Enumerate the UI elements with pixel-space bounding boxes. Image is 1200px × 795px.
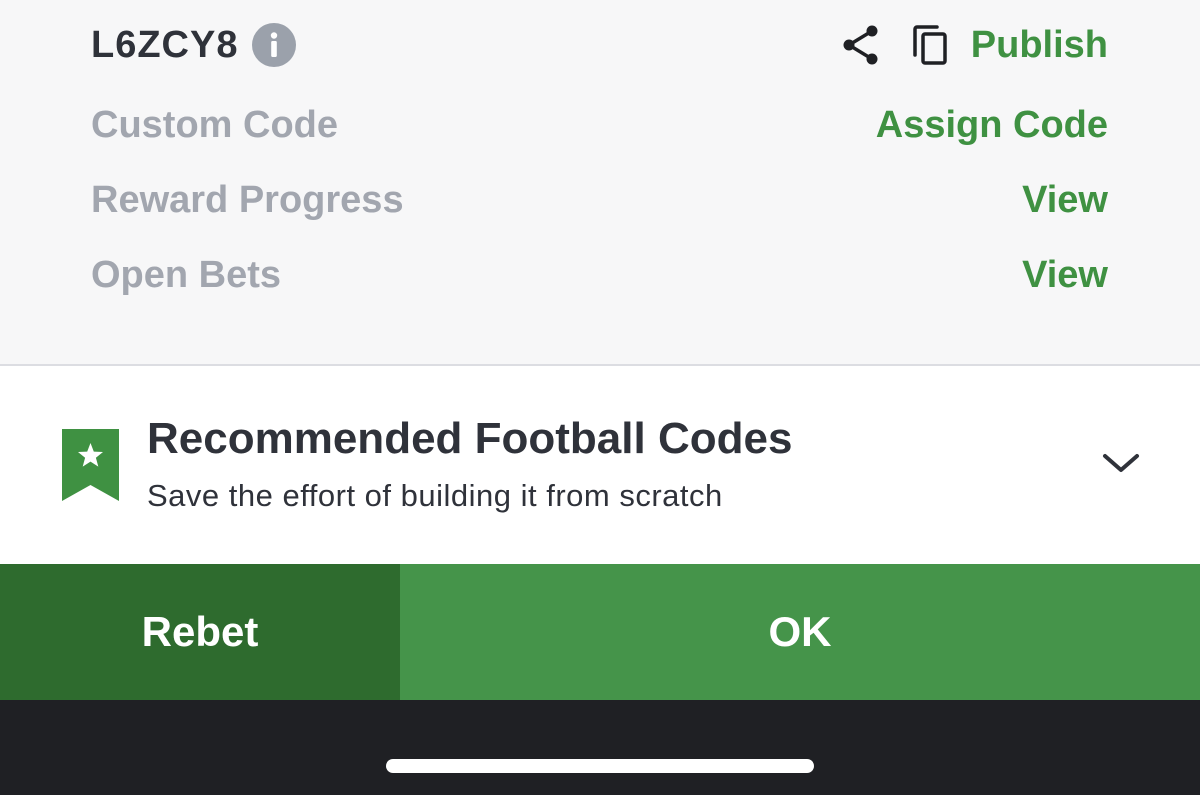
home-indicator[interactable] — [386, 759, 814, 773]
detail-row-reward-progress: Reward Progress View — [91, 177, 1108, 223]
detail-label: Open Bets — [91, 253, 282, 296]
share-icon[interactable] — [839, 23, 883, 67]
detail-row-custom-code: Custom Code Assign Code — [91, 102, 1108, 148]
detail-label: Custom Code — [91, 103, 338, 146]
booking-code-group: L6ZCY8 — [91, 23, 297, 67]
view-reward-progress-link[interactable]: View — [1022, 179, 1108, 222]
recommended-subtitle: Save the effort of building it from scra… — [147, 478, 723, 513]
booking-code-row: L6ZCY8 Publish — [91, 18, 1108, 72]
ok-button[interactable]: OK — [400, 564, 1200, 700]
detail-label: Reward Progress — [91, 178, 404, 221]
booking-code: L6ZCY8 — [91, 23, 239, 66]
copy-icon[interactable] — [909, 23, 953, 67]
action-buttons: Rebet OK — [0, 564, 1200, 700]
info-icon[interactable] — [252, 23, 297, 67]
publish-link[interactable]: Publish — [971, 24, 1108, 67]
recommended-title: Recommended Football Codes — [147, 414, 793, 463]
booking-panel: L6ZCY8 Publish Custom Code Assign Code R… — [0, 0, 1200, 365]
rebet-button[interactable]: Rebet — [0, 564, 400, 700]
assign-code-link[interactable]: Assign Code — [876, 104, 1108, 147]
bookmark-star-icon — [62, 429, 119, 501]
chevron-down-icon[interactable] — [1100, 448, 1142, 480]
detail-row-open-bets: Open Bets View — [91, 252, 1108, 298]
system-home-bar — [0, 700, 1200, 795]
view-open-bets-link[interactable]: View — [1022, 254, 1108, 297]
recommended-codes-panel[interactable]: Recommended Football Codes Save the effo… — [0, 366, 1200, 564]
booking-actions: Publish — [839, 23, 1108, 67]
